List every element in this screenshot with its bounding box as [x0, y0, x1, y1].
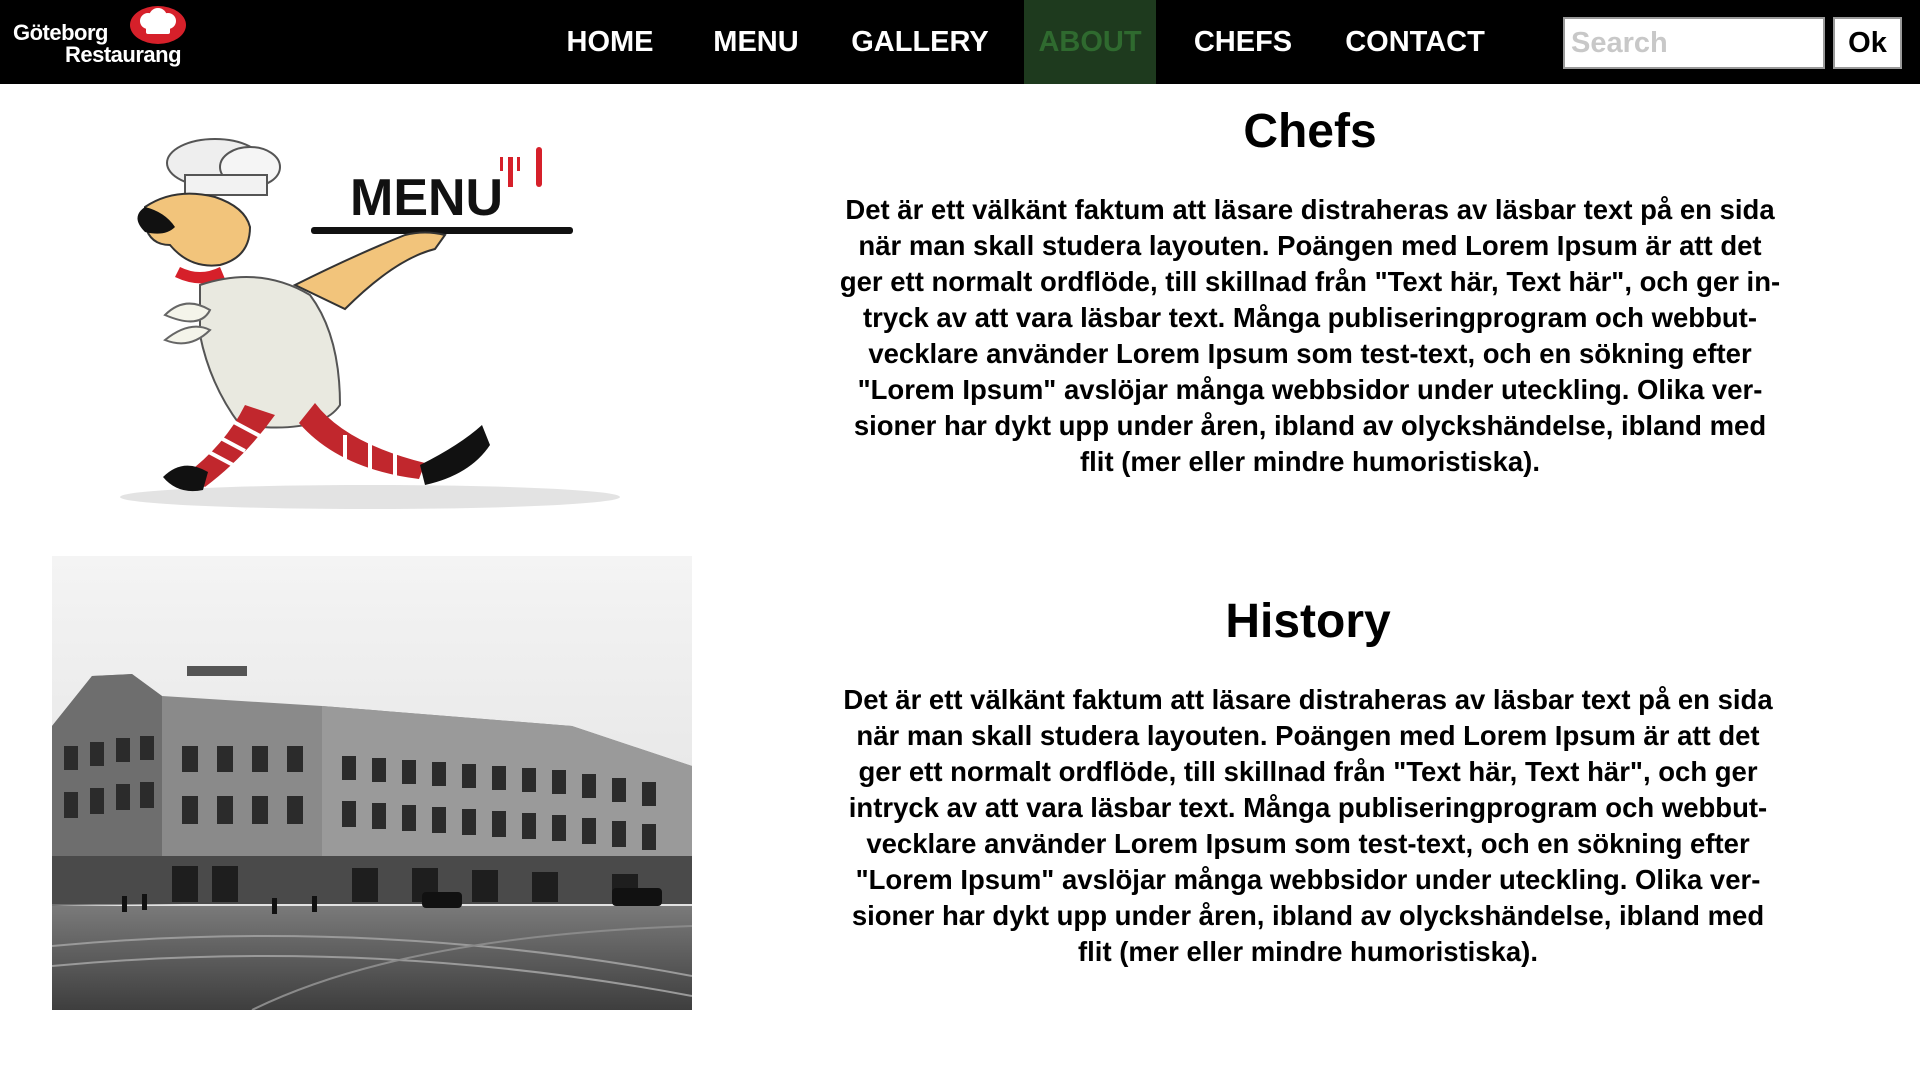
history-line: intryck av att vara läsbar text. Många p… [848, 792, 1768, 823]
nav-gallery[interactable]: GALLERY [840, 0, 1000, 84]
chefs-line: Det är ett välkänt faktum att läsare dis… [845, 194, 1775, 225]
navbar: Göteborg Restaurang HOME MENU GALLERY AB… [0, 0, 1920, 84]
history-line: ger ett normalt ordflöde, till skillnad … [858, 756, 1758, 787]
history-line: "Lorem Ipsum" avslöjar många webbsidor u… [855, 864, 1761, 895]
history-line: vecklare använder Lorem Ipsum som test-t… [866, 828, 1750, 859]
history-description: Det är ett välkänt faktum att läsare dis… [793, 682, 1823, 970]
chefs-line: ger ett normalt ordflöde, till skillnad … [839, 266, 1781, 297]
history-line: sioner har dykt upp under åren, ibland a… [851, 900, 1765, 931]
chefs-line: "Lorem Ipsum" avslöjar många webbsidor u… [857, 374, 1763, 405]
chefs-line: när man skall studera layouten. Poängen … [858, 230, 1762, 261]
search-ok-button[interactable]: Ok [1833, 17, 1902, 69]
history-building-photo [52, 556, 692, 1010]
nav-chefs[interactable]: CHEFS [1180, 0, 1306, 84]
chefs-line: sioner har dykt upp under åren, ibland a… [853, 410, 1767, 441]
history-line: flit (mer eller mindre humoristiska). [1078, 936, 1538, 967]
chefs-title: Chefs [1243, 105, 1377, 158]
history-line: när man skall studera layouten. Poängen … [856, 720, 1760, 751]
chefs-description: Det är ett välkänt faktum att läsare dis… [795, 192, 1825, 480]
restaurant-logo[interactable]: Göteborg Restaurang [10, 4, 200, 74]
nav-contact[interactable]: CONTACT [1330, 0, 1500, 84]
search-input[interactable] [1563, 17, 1825, 69]
chefs-line: flit (mer eller mindre humoristiska). [1080, 446, 1540, 477]
chef-menu-illustration: MENU [120, 138, 620, 509]
chefs-line: tryck av att vara läsbar text. Många pub… [863, 302, 1757, 333]
chefs-line: vecklare använder Lorem Ipsum som test-t… [868, 338, 1752, 369]
chef-hat-icon [130, 6, 186, 44]
nav-menu[interactable]: MENU [700, 0, 812, 84]
nav-home[interactable]: HOME [548, 0, 672, 84]
menu-sign-text: MENU [350, 169, 503, 227]
history-line: Det är ett välkänt faktum att läsare dis… [843, 684, 1773, 715]
nav-about[interactable]: ABOUT [1024, 0, 1156, 84]
history-title: History [1225, 595, 1391, 648]
